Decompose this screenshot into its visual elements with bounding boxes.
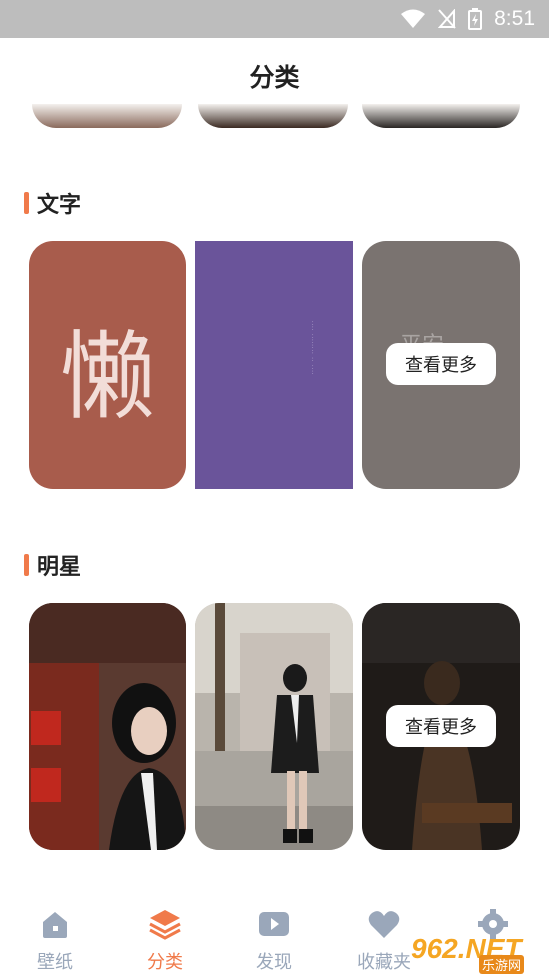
video-icon: [259, 912, 289, 936]
page-title: 分类: [249, 63, 300, 92]
card-vertical-text: ···· ········ ·· ····: [309, 321, 315, 376]
celebrity-card-2[interactable]: [195, 603, 353, 850]
home-icon: [43, 912, 67, 938]
previous-card-2[interactable]: [198, 104, 348, 128]
tab-label: 发现: [256, 952, 292, 973]
tab-label: 壁纸: [37, 952, 73, 973]
status-icons: 8:51: [400, 0, 535, 38]
text-card-more[interactable]: 平安 查看更多: [362, 241, 520, 489]
text-card-purple[interactable]: ···· ········ ·· ····: [195, 241, 353, 489]
card-text: 懒: [59, 321, 156, 433]
layers-icon: [149, 910, 181, 940]
watermark-sub: 乐游网: [479, 955, 525, 974]
no-signal-icon: [438, 9, 456, 29]
wifi-icon: [401, 9, 426, 28]
tab-category[interactable]: 分类: [115, 908, 215, 974]
watermark-logo: 962.NET 乐游网: [407, 933, 543, 974]
text-card-lazy[interactable]: 懒: [29, 241, 186, 489]
status-time: 8:51: [494, 7, 535, 30]
view-more-button[interactable]: 查看更多: [386, 343, 496, 385]
celebrity-photo-1: [29, 603, 186, 850]
section-accent-bar: [24, 192, 29, 214]
section-title: 明星: [37, 555, 82, 580]
tab-wallpaper[interactable]: 壁纸: [5, 908, 105, 974]
heart-icon: [368, 911, 400, 938]
section-accent-bar: [24, 554, 29, 576]
tab-label: 分类: [147, 952, 183, 973]
celebrity-photo-2: [195, 603, 353, 850]
celebrity-card-more[interactable]: 查看更多: [362, 603, 520, 850]
tab-discover[interactable]: 发现: [224, 908, 324, 974]
view-more-button[interactable]: 查看更多: [386, 705, 496, 747]
status-bar: 8:51: [0, 0, 549, 38]
previous-card-1[interactable]: [32, 104, 182, 128]
section-header-text: 文字: [24, 188, 81, 218]
battery-icon: [468, 8, 483, 30]
section-header-celebrity: 明星: [24, 550, 81, 580]
celebrity-card-1[interactable]: [29, 603, 186, 850]
previous-card-3[interactable]: [362, 104, 520, 128]
section-title: 文字: [37, 193, 82, 218]
